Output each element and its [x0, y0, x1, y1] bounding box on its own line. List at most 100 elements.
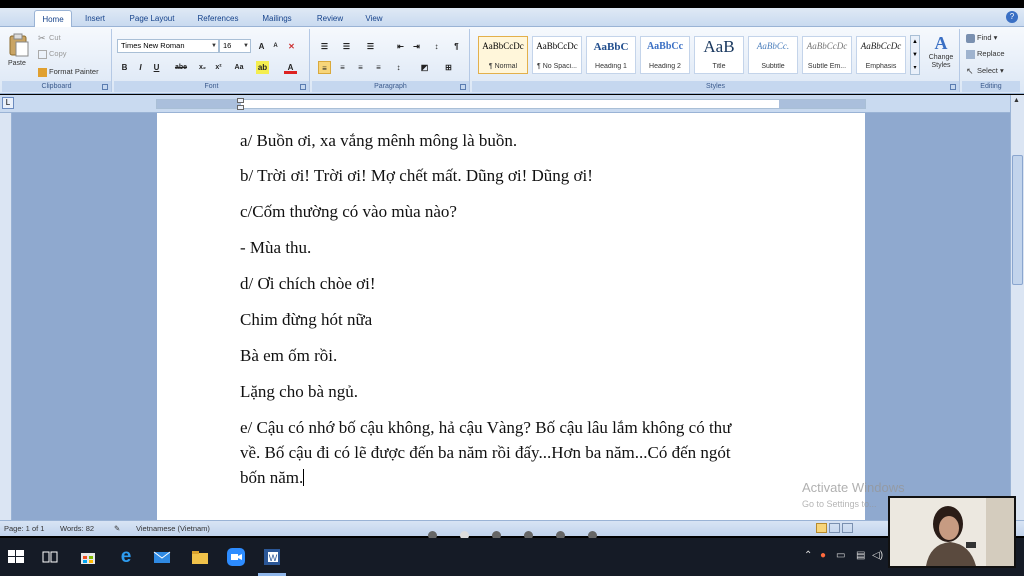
styles-launcher-icon[interactable] — [950, 84, 956, 90]
document-line[interactable]: a/ Buồn ơi, xa vắng mênh mông là buồn. — [240, 129, 785, 153]
decrease-indent-button[interactable]: ⇤ — [394, 40, 407, 53]
align-center-button[interactable]: ≡ — [336, 61, 349, 74]
increase-indent-button[interactable]: ⇥ — [410, 40, 423, 53]
underline-button[interactable]: U — [150, 61, 163, 74]
paste-button[interactable]: Paste — [6, 33, 32, 69]
borders-button[interactable]: ⊞ — [442, 61, 455, 74]
styles-scroll[interactable]: ▲ ▼ ▾ — [910, 35, 920, 75]
bullets-button[interactable]: ☰ — [318, 40, 331, 53]
recording-icon[interactable]: ● — [820, 550, 826, 561]
tab-insert[interactable]: Insert — [78, 10, 112, 27]
sort-button[interactable]: ↕ — [430, 40, 443, 53]
first-line-indent-marker[interactable] — [237, 98, 244, 103]
replace-button[interactable]: Replace — [966, 49, 1005, 59]
full-screen-icon[interactable] — [829, 523, 840, 533]
help-icon[interactable]: ? — [1006, 11, 1018, 23]
tab-references[interactable]: References — [190, 10, 246, 27]
document-line-last[interactable]: bốn năm. — [240, 466, 785, 490]
windows-start-icon[interactable] — [6, 547, 26, 567]
tab-view[interactable]: View — [358, 10, 390, 27]
word-count[interactable]: Words: 82 — [60, 524, 94, 533]
document-page[interactable]: a/ Buồn ơi, xa vắng mênh mông là buồn. b… — [157, 113, 865, 520]
font-name-combo[interactable]: Times New Roman ▼ — [117, 39, 219, 53]
hanging-indent-marker[interactable] — [237, 105, 244, 110]
tab-page-layout[interactable]: Page Layout — [120, 10, 184, 27]
style-title[interactable]: AaB Title — [694, 36, 744, 74]
battery-icon[interactable]: ▭ — [836, 550, 845, 561]
proofing-icon[interactable]: ✎ — [114, 524, 120, 533]
font-size-combo[interactable]: 16 ▼ — [219, 39, 251, 53]
highlight-button[interactable]: ab — [256, 61, 269, 74]
word-app-icon[interactable]: W — [262, 547, 282, 567]
tab-mailings[interactable]: Mailings — [254, 10, 300, 27]
view-buttons[interactable] — [816, 523, 853, 535]
document-line[interactable]: b/ Trời ơi! Trời ơi! Mợ chết mất. Dũng ơ… — [240, 164, 785, 188]
zoom-app-icon[interactable] — [226, 547, 246, 567]
page-count[interactable]: Page: 1 of 1 — [4, 524, 44, 533]
numbering-button[interactable]: ☰ — [340, 40, 353, 53]
style-no-spacing[interactable]: AaBbCcDc ¶ No Spaci... — [532, 36, 582, 74]
file-explorer-icon[interactable] — [190, 547, 210, 567]
style-normal[interactable]: AaBbCcDc ¶ Normal — [478, 36, 528, 74]
scroll-up-icon[interactable]: ▲ — [1013, 97, 1020, 104]
font-color-button[interactable]: A — [284, 61, 297, 74]
language-indicator[interactable]: Vietnamese (Vietnam) — [136, 524, 210, 533]
document-line[interactable]: d/ Ơi chích chòe ơi! — [240, 272, 785, 296]
mail-icon[interactable] — [152, 547, 172, 567]
paragraph-launcher-icon[interactable] — [460, 84, 466, 90]
bold-button[interactable]: B — [118, 61, 131, 74]
document-line[interactable]: - Mùa thu. — [240, 236, 785, 260]
change-styles-button[interactable]: A Change Styles — [924, 33, 958, 77]
italic-button[interactable]: I — [134, 61, 147, 74]
edge-browser-icon[interactable]: e — [116, 547, 136, 567]
document-line[interactable]: Lặng cho bà ngủ. — [240, 380, 785, 404]
vertical-scrollbar[interactable]: ▲ — [1010, 95, 1024, 520]
volume-icon[interactable]: ◁) — [872, 550, 883, 561]
superscript-button[interactable]: x² — [212, 61, 225, 74]
store-icon[interactable] — [78, 547, 98, 567]
vertical-ruler[interactable] — [0, 113, 12, 520]
align-right-button[interactable]: ≡ — [354, 61, 367, 74]
show-hidden-icons[interactable]: ⌃ — [804, 550, 812, 561]
copy-button[interactable]: Copy — [38, 49, 67, 59]
justify-button[interactable]: ≡ — [372, 61, 385, 74]
style-heading-2[interactable]: AaBbCc Heading 2 — [640, 36, 690, 74]
show-formatting-button[interactable]: ¶ — [450, 40, 463, 53]
copy-label: Copy — [49, 49, 67, 58]
tab-review[interactable]: Review — [310, 10, 350, 27]
network-icon[interactable]: ▤ — [856, 550, 865, 561]
horizontal-ruler[interactable] — [156, 98, 866, 110]
style-emphasis[interactable]: AaBbCcDc Emphasis — [856, 36, 906, 74]
document-line[interactable]: về. Bố cậu đi có lẽ được đến ba năm rồi … — [240, 441, 785, 465]
grow-font-button[interactable]: A — [255, 40, 268, 53]
find-button[interactable]: Find ▾ — [966, 33, 997, 43]
tab-selector-icon[interactable]: L — [2, 97, 14, 109]
shrink-font-button[interactable]: A — [269, 40, 282, 53]
subscript-button[interactable]: x₂ — [196, 61, 209, 74]
clear-formatting-button[interactable]: ✕ — [285, 40, 298, 53]
shading-button[interactable]: ◩ — [418, 61, 431, 74]
document-line[interactable]: c/Cốm thường có vào mùa nào? — [240, 200, 785, 224]
task-view-icon[interactable] — [40, 547, 60, 567]
style-heading-1[interactable]: AaBbC Heading 1 — [586, 36, 636, 74]
line-spacing-button[interactable]: ↕ — [392, 61, 405, 74]
document-line[interactable]: Bà em ốm rồi. — [240, 344, 785, 368]
change-case-button[interactable]: Aa — [230, 61, 248, 74]
print-layout-icon[interactable] — [816, 523, 827, 533]
format-painter-button[interactable]: Format Painter — [38, 67, 99, 77]
style-subtle-emphasis[interactable]: AaBbCcDc Subtle Em... — [802, 36, 852, 74]
webcam-overlay — [888, 496, 1016, 568]
font-launcher-icon[interactable] — [300, 84, 306, 90]
style-subtitle[interactable]: AaBbCc. Subtitle — [748, 36, 798, 74]
web-layout-icon[interactable] — [842, 523, 853, 533]
strikethrough-button[interactable]: abe — [172, 61, 190, 74]
document-line[interactable]: e/ Cậu có nhớ bố cậu không, hả cậu Vàng?… — [240, 416, 785, 440]
document-line[interactable]: Chim đừng hót nữa — [240, 308, 785, 332]
scrollbar-thumb[interactable] — [1012, 155, 1023, 285]
tab-home[interactable]: Home — [34, 10, 72, 28]
select-button[interactable]: ↖ Select ▾ — [966, 66, 1004, 76]
clipboard-launcher-icon[interactable] — [102, 84, 108, 90]
align-left-button[interactable]: ≡ — [318, 61, 331, 74]
multilevel-list-button[interactable]: ☰ — [364, 40, 377, 53]
cut-button[interactable]: ✂ Cut — [38, 33, 61, 43]
